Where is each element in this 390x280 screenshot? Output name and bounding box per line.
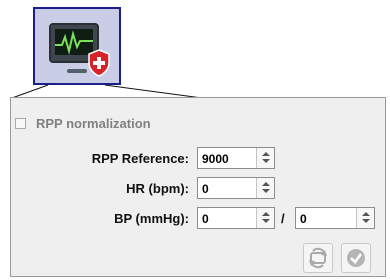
bp-systolic-spinner[interactable]: 0 — [197, 207, 275, 229]
spin-down-icon[interactable] — [362, 219, 370, 223]
rpp-reference-label: RPP Reference: — [91, 151, 189, 166]
hr-label: HR (bpm): — [126, 181, 189, 196]
bp-diastolic-value[interactable]: 0 — [300, 212, 307, 226]
rpp-normalization-checkbox[interactable] — [15, 117, 26, 129]
spin-down-icon[interactable] — [262, 159, 270, 163]
monitor-shield-icon[interactable] — [33, 7, 121, 85]
spin-down-icon[interactable] — [262, 219, 270, 223]
rpp-normalization-label: RPP normalization — [36, 115, 151, 131]
rpp-settings-panel: RPP normalization RPP Reference: 9000 HR… — [10, 97, 386, 277]
refresh-button[interactable] — [303, 243, 333, 273]
spin-up-icon[interactable] — [362, 212, 370, 216]
shield-plus-icon — [87, 49, 111, 77]
hr-value[interactable]: 0 — [202, 182, 209, 196]
confirm-button[interactable] — [341, 243, 371, 273]
spin-up-icon[interactable] — [262, 182, 270, 186]
bp-diastolic-spinner[interactable]: 0 — [295, 207, 375, 229]
bp-label: BP (mmHg): — [114, 211, 189, 226]
hr-spinner[interactable]: 0 — [197, 177, 275, 199]
hr-stepper[interactable] — [256, 178, 274, 198]
bp-systolic-value[interactable]: 0 — [202, 212, 209, 226]
spin-down-icon[interactable] — [262, 189, 270, 193]
rpp-reference-spinner[interactable]: 9000 — [197, 147, 275, 169]
bp-diastolic-stepper[interactable] — [356, 208, 374, 228]
rpp-normalization-toggle[interactable]: RPP normalization — [15, 115, 151, 131]
refresh-icon — [309, 247, 327, 269]
spin-up-icon[interactable] — [262, 212, 270, 216]
rpp-reference-value[interactable]: 9000 — [202, 152, 229, 166]
bp-systolic-stepper[interactable] — [256, 208, 274, 228]
spin-up-icon[interactable] — [262, 152, 270, 156]
bp-separator: / — [281, 211, 285, 226]
checkmark-icon — [347, 249, 365, 267]
rpp-reference-stepper[interactable] — [256, 148, 274, 168]
monitor-stand — [67, 69, 87, 73]
